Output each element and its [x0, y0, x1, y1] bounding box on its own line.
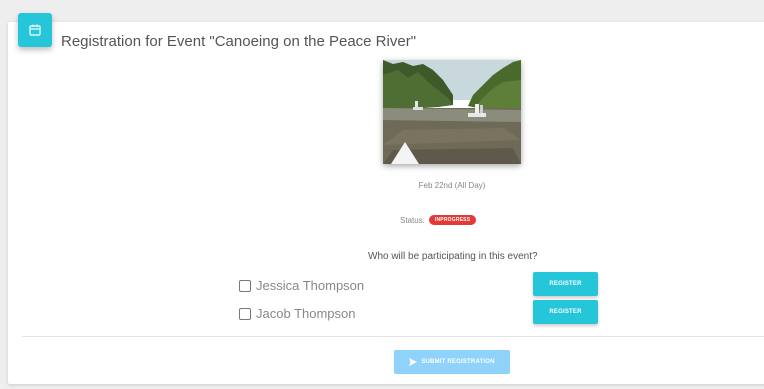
page-title: Registration for Event "Canoeing on the … [61, 33, 417, 50]
participant-checkbox[interactable] [239, 279, 251, 292]
event-photo [383, 60, 521, 164]
participant-name: Jessica Thompson [256, 278, 365, 293]
participants-question: Who will be participating in this event? [368, 251, 538, 262]
participant-checkbox[interactable] [239, 307, 251, 320]
participant-row: Jacob Thompson [239, 306, 356, 321]
register-button[interactable]: REGISTER [533, 300, 598, 324]
send-icon [409, 358, 418, 366]
calendar-icon [18, 13, 52, 47]
register-button[interactable]: REGISTER [533, 272, 598, 296]
submit-registration-button[interactable]: SUBMIT REGISTRATION [394, 350, 510, 374]
participant-row: Jessica Thompson [239, 278, 364, 293]
event-date: Feb 22nd (All Day) [418, 181, 486, 190]
status-badge: INPROGRESS [428, 215, 477, 225]
participant-name: Jacob Thompson [256, 306, 356, 321]
submit-label: SUBMIT REGISTRATION [421, 359, 495, 365]
status-label: Status: [400, 215, 425, 225]
divider [22, 336, 764, 337]
